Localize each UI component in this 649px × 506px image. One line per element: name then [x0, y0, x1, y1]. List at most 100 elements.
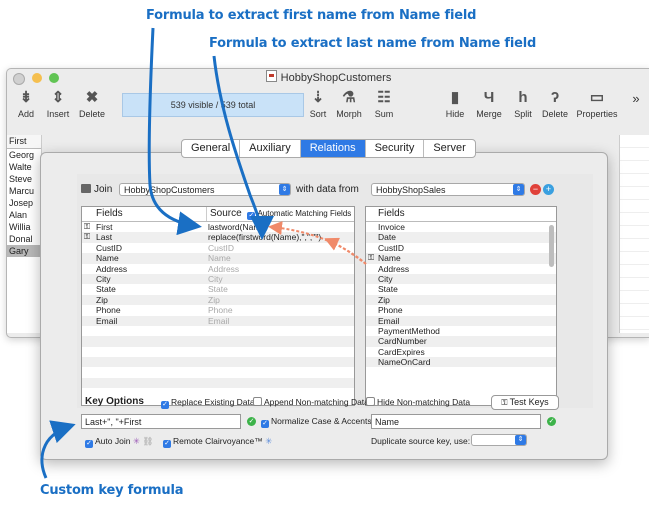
- relations-content: Join HobbyShopCustomers ⇕ with data from…: [77, 174, 593, 408]
- remove-relation-button[interactable]: −: [530, 184, 541, 195]
- tab-relations[interactable]: Relations: [300, 140, 366, 157]
- source-header-label: Source: [210, 208, 242, 219]
- split-button[interactable]: h Split: [509, 87, 537, 119]
- hide-nonmatching-option[interactable]: Hide Non-matching Data: [366, 397, 470, 407]
- merge-button[interactable]: Ч Merge: [473, 87, 505, 119]
- list-item[interactable]: CardNumber: [366, 336, 556, 347]
- list-item[interactable]: CustID: [366, 243, 556, 253]
- minus-icon: −: [532, 184, 539, 194]
- table-row[interactable]: State State: [82, 284, 354, 294]
- join-database-select[interactable]: HobbyShopCustomers ⇕: [119, 183, 291, 196]
- auto-join-checkbox[interactable]: ✓: [85, 440, 93, 448]
- delete-field-button[interactable]: ʔ Delete: [539, 87, 571, 119]
- add-relation-button[interactable]: +: [543, 184, 554, 195]
- table-row[interactable]: Address Address: [82, 264, 354, 274]
- table-row[interactable]: ⚿ First lastword(Name): [82, 222, 354, 232]
- source-formula-cell[interactable]: lastword(Name): [208, 222, 268, 232]
- source-formula-cell[interactable]: Name: [208, 253, 231, 263]
- window-title: HobbyShopCustomers: [7, 69, 649, 87]
- table-row[interactable]: [82, 357, 354, 368]
- source-formula-cell[interactable]: CustID: [208, 243, 234, 253]
- table-row[interactable]: Phone Phone: [82, 305, 354, 315]
- table-row[interactable]: [82, 326, 354, 336]
- hide-button[interactable]: ▮ Hide: [441, 87, 469, 119]
- table-row[interactable]: CustID CustID: [82, 243, 354, 253]
- source-database-select[interactable]: HobbyShopSales ⇕: [371, 183, 525, 196]
- list-item[interactable]: Address: [366, 264, 556, 274]
- auto-join-option[interactable]: ✓ Auto Join ✳ ⛓: [85, 436, 153, 448]
- list-item[interactable]: Josep: [7, 197, 41, 209]
- source-fields-scrollbar[interactable]: [549, 225, 554, 267]
- table-row[interactable]: ⚿ Last replace(firstword(Name),",",""): [82, 232, 354, 243]
- list-item[interactable]: State: [366, 284, 556, 294]
- tab-security[interactable]: Security: [366, 140, 425, 157]
- list-item[interactable]: Alan: [7, 209, 41, 221]
- table-row[interactable]: Zip Zip: [82, 294, 354, 306]
- table-row[interactable]: Email Email: [82, 315, 354, 326]
- source-fields-header-label[interactable]: Fields: [378, 207, 405, 221]
- list-item[interactable]: Invoice: [366, 222, 556, 232]
- fields-column-header[interactable]: Fields: [96, 207, 123, 221]
- list-item[interactable]: Walte: [7, 161, 41, 173]
- sum-button[interactable]: ☷ Sum: [369, 87, 399, 119]
- source-formula-cell[interactable]: Zip: [208, 295, 220, 305]
- normalize-checkbox[interactable]: ✓: [261, 420, 269, 428]
- table-row[interactable]: [82, 336, 354, 347]
- add-button[interactable]: ⇟ Add: [13, 87, 39, 119]
- source-formula-cell[interactable]: City: [208, 274, 223, 284]
- list-item[interactable]: Willia: [7, 221, 41, 233]
- source-fields-header: Fields: [366, 207, 556, 222]
- plus-icon: +: [545, 184, 552, 194]
- list-item[interactable]: Marcu: [7, 185, 41, 197]
- list-item[interactable]: Steve: [7, 173, 41, 185]
- list-item[interactable]: CardExpires: [366, 347, 556, 357]
- source-formula-cell[interactable]: State: [208, 284, 228, 294]
- duplicate-key-select[interactable]: ⇕: [471, 434, 527, 446]
- list-item[interactable]: Email: [366, 315, 556, 326]
- morph-button[interactable]: ⚗ Morph: [333, 87, 365, 119]
- table-row[interactable]: Name Name: [82, 253, 354, 264]
- delete-button[interactable]: ✖ Delete: [77, 87, 107, 119]
- clairvoyance-option[interactable]: ✓ Remote Clairvoyance™ ✳: [163, 436, 272, 448]
- source-formula-cell[interactable]: replace(firstword(Name),",",""): [208, 232, 321, 242]
- list-item[interactable]: ⚿ Name: [366, 253, 556, 264]
- list-item[interactable]: NameOnCard: [366, 357, 556, 368]
- field-name-cell: Address: [96, 263, 128, 274]
- source-key-input[interactable]: Name: [371, 414, 541, 429]
- tab-general[interactable]: General: [182, 140, 241, 157]
- table-row[interactable]: [82, 377, 354, 389]
- list-item[interactable]: City: [366, 273, 556, 285]
- toolbar-overflow-button[interactable]: »: [627, 91, 645, 106]
- normalize-option[interactable]: ✓ Normalize Case & Accents: [261, 416, 372, 428]
- table-row[interactable]: City City: [82, 273, 354, 285]
- custom-key-formula-input[interactable]: Last+", "+First: [81, 414, 241, 429]
- list-item[interactable]: Zip: [366, 294, 556, 306]
- delete-field-label: Delete: [541, 109, 568, 119]
- source-formula-cell[interactable]: Address: [208, 264, 239, 274]
- list-item[interactable]: Gary: [7, 245, 41, 257]
- clairvoyance-checkbox[interactable]: ✓: [163, 440, 171, 448]
- replace-existing-checkbox[interactable]: ✓: [161, 401, 169, 409]
- append-nonmatching-option[interactable]: Append Non-matching Data: [253, 397, 369, 407]
- append-nonmatching-checkbox[interactable]: [253, 397, 262, 406]
- automatic-matching-checkbox[interactable]: ✓: [247, 212, 256, 220]
- hide-nonmatching-checkbox[interactable]: [366, 397, 375, 406]
- source-formula-cell[interactable]: Email: [208, 316, 229, 326]
- source-formula-cell[interactable]: Phone: [208, 305, 233, 315]
- first-column-header[interactable]: First: [7, 135, 41, 149]
- list-item[interactable]: PaymentMethod: [366, 326, 556, 336]
- insert-button[interactable]: ⇕ Insert: [43, 87, 73, 119]
- source-column-header: Source ✓ Automatic Matching Fields: [206, 207, 351, 221]
- test-keys-button[interactable]: ⚿ Test Keys: [491, 395, 559, 410]
- list-item[interactable]: Date: [366, 232, 556, 243]
- list-item[interactable]: Donal: [7, 233, 41, 245]
- list-item[interactable]: Georg: [7, 149, 41, 161]
- table-row[interactable]: [82, 347, 354, 357]
- properties-button[interactable]: ▭ Properties: [573, 87, 621, 119]
- sort-button[interactable]: ⇣ Sort: [305, 87, 331, 119]
- replace-existing-option[interactable]: ✓ Replace Existing Data: [161, 397, 255, 409]
- tab-server[interactable]: Server: [424, 140, 474, 157]
- list-item[interactable]: Phone: [366, 305, 556, 315]
- table-row[interactable]: [82, 367, 354, 377]
- tab-auxiliary[interactable]: Auxiliary: [240, 140, 301, 157]
